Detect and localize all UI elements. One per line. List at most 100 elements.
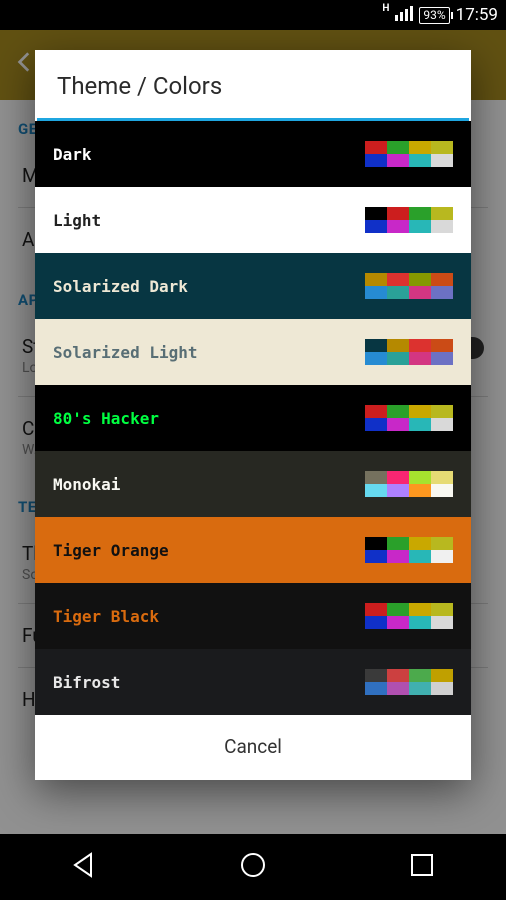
swatch xyxy=(431,154,453,167)
swatch xyxy=(365,616,387,629)
swatch xyxy=(409,418,431,431)
swatch xyxy=(387,352,409,365)
theme-option[interactable]: Tiger Orange xyxy=(35,517,471,583)
swatch xyxy=(365,154,387,167)
swatch-grid xyxy=(365,603,453,629)
swatch xyxy=(431,405,453,418)
swatch xyxy=(365,352,387,365)
theme-dialog: Theme / Colors Dark Light Solarized Dark So… xyxy=(35,50,471,780)
nav-recent-icon[interactable] xyxy=(407,850,437,884)
cancel-button[interactable]: Cancel xyxy=(35,715,471,780)
swatch xyxy=(409,141,431,154)
theme-label: Light xyxy=(53,211,101,230)
swatch xyxy=(409,405,431,418)
swatch xyxy=(409,537,431,550)
swatch xyxy=(387,669,409,682)
swatch-grid xyxy=(365,405,453,431)
swatch xyxy=(409,273,431,286)
swatch xyxy=(431,207,453,220)
swatch xyxy=(431,616,453,629)
swatch xyxy=(365,141,387,154)
swatch xyxy=(365,418,387,431)
swatch xyxy=(387,682,409,695)
nav-back-icon[interactable] xyxy=(69,850,99,884)
swatch xyxy=(431,603,453,616)
theme-option[interactable]: Dark xyxy=(35,121,471,187)
theme-option[interactable]: Solarized Light xyxy=(35,319,471,385)
swatch xyxy=(431,273,453,286)
theme-option[interactable]: 80's Hacker xyxy=(35,385,471,451)
theme-option[interactable]: Solarized Dark xyxy=(35,253,471,319)
theme-label: Tiger Orange xyxy=(53,541,169,560)
swatch-grid xyxy=(365,339,453,365)
swatch xyxy=(387,616,409,629)
swatch xyxy=(409,484,431,497)
swatch-grid xyxy=(365,669,453,695)
swatch xyxy=(431,471,453,484)
nav-bar xyxy=(0,834,506,900)
dialog-title: Theme / Colors xyxy=(35,50,471,118)
theme-label: 80's Hacker xyxy=(53,409,159,428)
swatch xyxy=(365,471,387,484)
swatch xyxy=(431,669,453,682)
swatch xyxy=(387,154,409,167)
swatch xyxy=(365,537,387,550)
theme-label: Monokai xyxy=(53,475,120,494)
swatch xyxy=(387,207,409,220)
swatch xyxy=(365,286,387,299)
signal-icon xyxy=(395,5,413,26)
status-bar: H 93% 17:59 xyxy=(0,0,506,30)
swatch xyxy=(431,141,453,154)
swatch xyxy=(387,405,409,418)
swatch xyxy=(431,537,453,550)
swatch xyxy=(387,339,409,352)
swatch xyxy=(431,682,453,695)
swatch xyxy=(365,669,387,682)
swatch xyxy=(387,471,409,484)
swatch xyxy=(365,207,387,220)
swatch xyxy=(365,273,387,286)
swatch xyxy=(409,352,431,365)
theme-label: Dark xyxy=(53,145,92,164)
theme-option[interactable]: Light xyxy=(35,187,471,253)
swatch xyxy=(409,154,431,167)
swatch-grid xyxy=(365,471,453,497)
theme-option[interactable]: Tiger Black xyxy=(35,583,471,649)
swatch-grid xyxy=(365,141,453,167)
swatch xyxy=(365,550,387,563)
swatch xyxy=(409,339,431,352)
swatch xyxy=(409,669,431,682)
swatch xyxy=(365,682,387,695)
swatch xyxy=(387,273,409,286)
swatch xyxy=(409,616,431,629)
swatch xyxy=(431,352,453,365)
swatch xyxy=(431,550,453,563)
swatch xyxy=(387,220,409,233)
swatch-grid xyxy=(365,537,453,563)
swatch xyxy=(365,603,387,616)
swatch xyxy=(409,220,431,233)
swatch xyxy=(409,550,431,563)
swatch xyxy=(387,537,409,550)
battery-indicator: 93% xyxy=(419,7,449,24)
swatch xyxy=(365,220,387,233)
swatch xyxy=(387,550,409,563)
swatch xyxy=(431,220,453,233)
swatch xyxy=(365,484,387,497)
swatch xyxy=(387,484,409,497)
theme-label: Tiger Black xyxy=(53,607,159,626)
theme-option[interactable]: Bifrost xyxy=(35,649,471,715)
clock: 17:59 xyxy=(456,5,498,25)
swatch xyxy=(409,682,431,695)
swatch xyxy=(387,141,409,154)
swatch-grid xyxy=(365,273,453,299)
theme-label: Solarized Light xyxy=(53,343,198,362)
swatch xyxy=(409,207,431,220)
swatch xyxy=(409,286,431,299)
theme-option[interactable]: Monokai xyxy=(35,451,471,517)
network-type: H xyxy=(382,3,389,14)
nav-home-icon[interactable] xyxy=(238,850,268,884)
theme-label: Solarized Dark xyxy=(53,277,188,296)
theme-list: Dark Light Solarized Dark Solarized Light 80… xyxy=(35,121,471,715)
swatch xyxy=(431,339,453,352)
